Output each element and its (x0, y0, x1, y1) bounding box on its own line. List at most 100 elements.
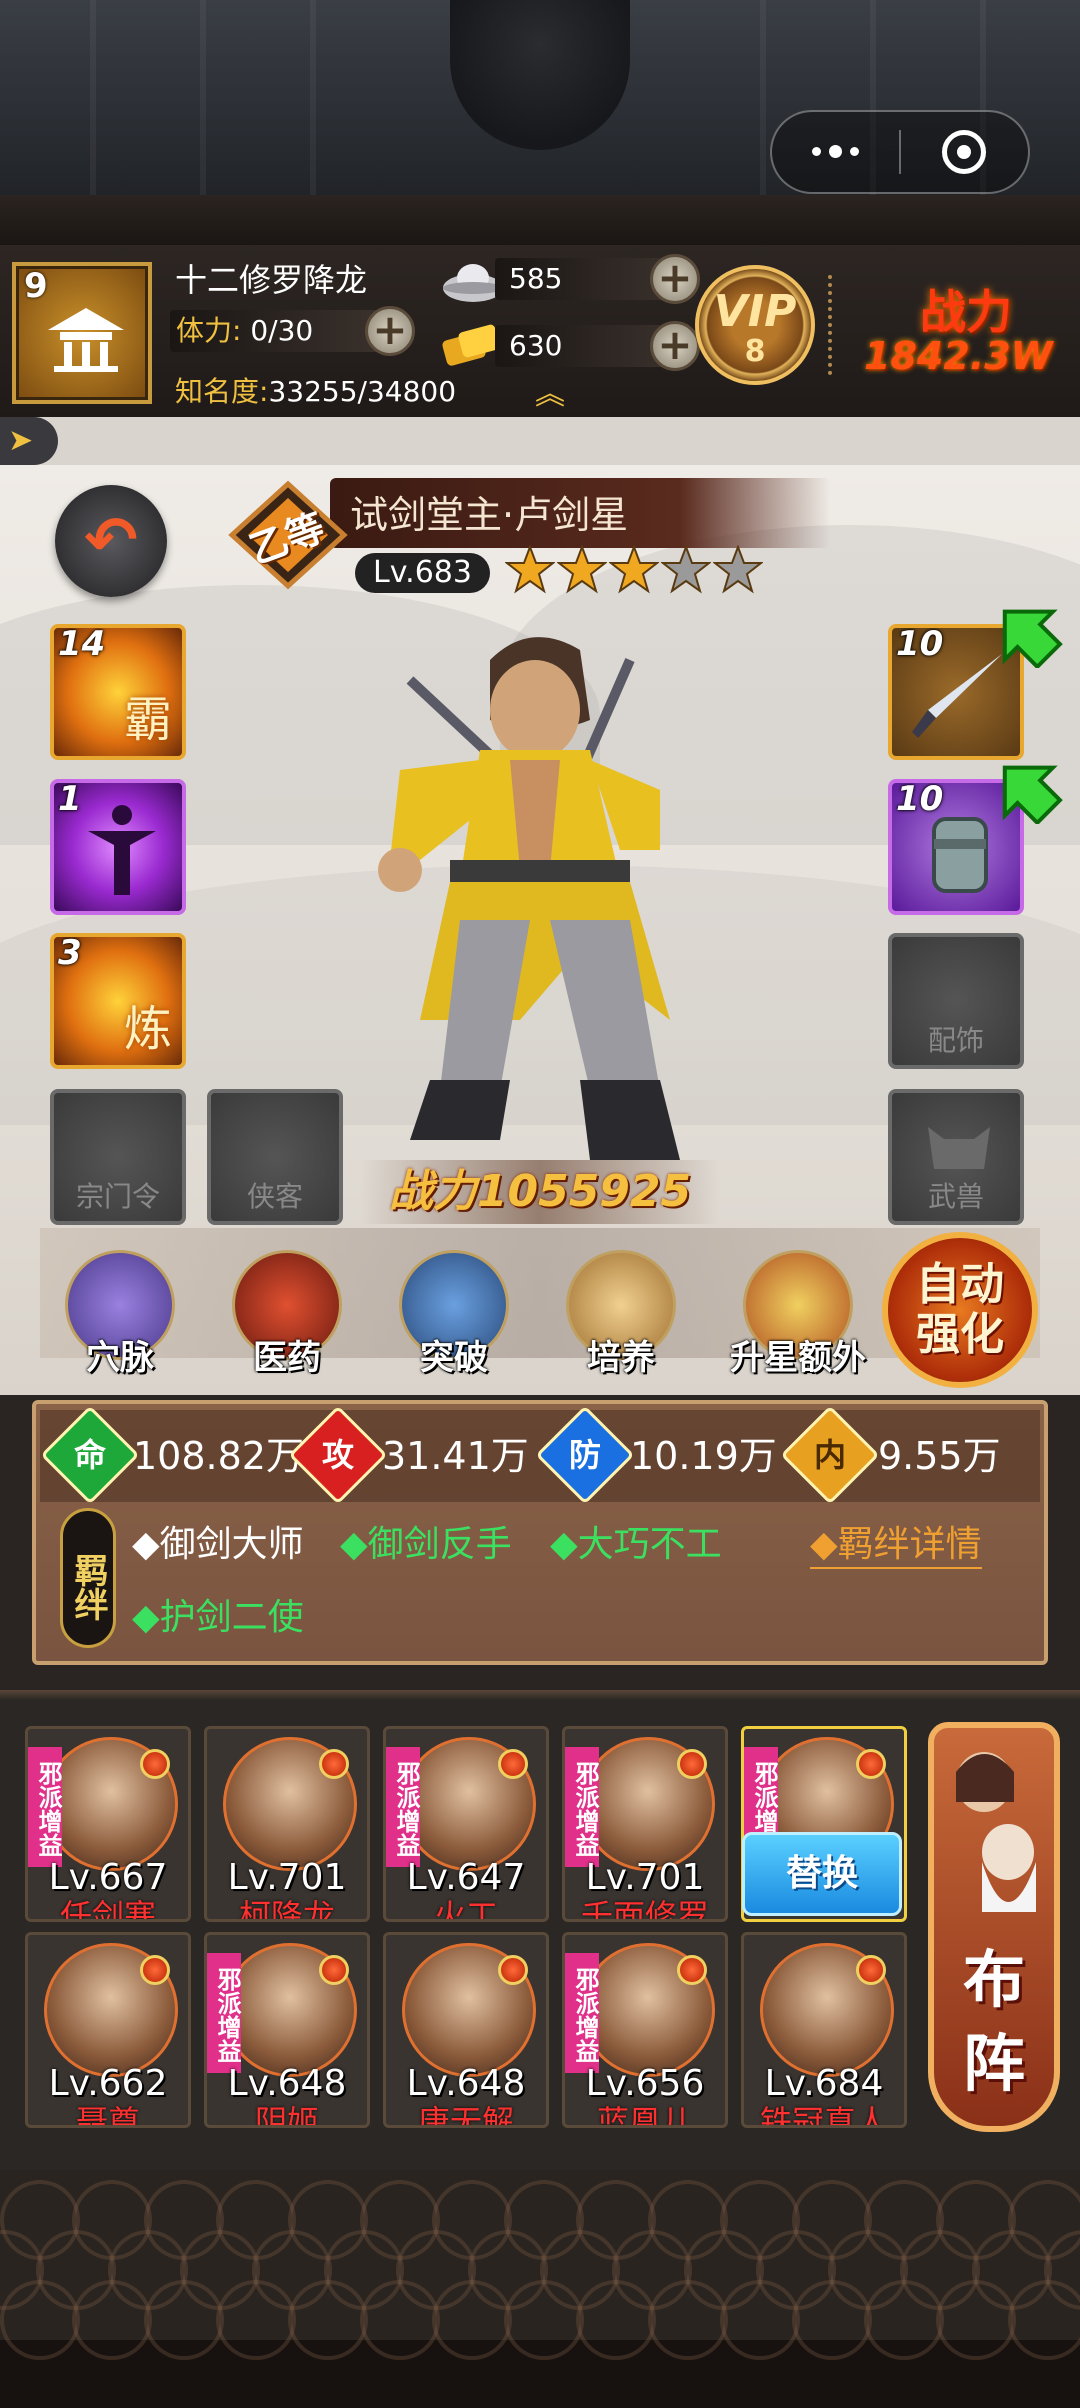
player-level: 9 (24, 266, 48, 306)
gold-value: 630 (509, 329, 563, 362)
medicine-button[interactable]: 医药 (222, 1250, 352, 1379)
vip-label: VIP (713, 286, 797, 337)
roster-card[interactable]: Lv.701 柯降龙 (204, 1726, 370, 1922)
total-power: 战力 1842.3W (860, 270, 1070, 390)
roster-divider (0, 1690, 1080, 1700)
meridian-button[interactable]: 穴脉 (55, 1250, 185, 1379)
close-button[interactable] (901, 112, 1028, 192)
defense-value: 10.19万 (630, 1434, 777, 1478)
footer-pattern (0, 2170, 1080, 2408)
fetter-badge: 羁绊 (60, 1508, 116, 1648)
sub-bar (0, 417, 1080, 465)
beast-icon (928, 1127, 990, 1169)
skill-level: 1 (58, 779, 82, 819)
cultivate-button[interactable]: 培养 (556, 1250, 686, 1379)
slot-label: 武兽 (927, 1180, 984, 1213)
breakthrough-button[interactable]: 突破 (389, 1250, 519, 1379)
formation-char-2: 阵 (962, 2027, 1025, 2100)
expand-arrow-icon[interactable]: ➤ (0, 417, 58, 465)
collapse-chevron-icon[interactable]: ︽ (525, 380, 575, 410)
roster-card[interactable]: 邪派增益 Lv.656 蓝凰儿 (562, 1932, 728, 2128)
star-empty-icon (713, 545, 763, 594)
add-silver-button[interactable]: + (650, 254, 700, 304)
roster-name: 蓝凰儿 (596, 2103, 693, 2128)
fetter-4: ◆护剑二使 (132, 1597, 304, 1638)
evil-sect-tag: 邪派增益 (386, 1747, 420, 1867)
silver-value: 585 (509, 262, 563, 295)
slot-label: 宗门令 (75, 1180, 160, 1213)
skill-slot-3[interactable]: 3 炼 (50, 933, 186, 1069)
skill-slot-1[interactable]: 14 霸 (50, 624, 186, 760)
back-button[interactable]: ↶ (55, 485, 167, 597)
fame-value: 33255/34800 (268, 375, 457, 408)
hero-name: 试剑堂主·卢剑星 (350, 493, 629, 537)
roster-name: 阴姬 (254, 2103, 319, 2128)
companion-slot[interactable]: 侠客 (207, 1089, 343, 1225)
roster-card[interactable]: 邪派增益 Lv.648 阴姬 (204, 1932, 370, 2128)
roster-name: 柯降龙 (238, 1897, 335, 1922)
accessory-slot[interactable]: 配饰 (888, 933, 1024, 1069)
evil-sect-tag: 邪派增益 (207, 1953, 241, 2073)
hero-combat-power: 战力1055925 (360, 1160, 720, 1224)
roster-card[interactable]: Lv.684 铁冠真人 (741, 1932, 907, 2128)
player-name: 十二修罗降龙 (175, 261, 368, 299)
beast-slot[interactable]: 武兽 (888, 1089, 1024, 1225)
header-divider (828, 275, 842, 375)
upgrade-arrow-icon (1002, 765, 1063, 824)
function-label: 升星额外 (730, 1338, 866, 1378)
fire-badge-icon (498, 1955, 528, 1985)
skill-slot-2[interactable]: 1 (50, 779, 186, 915)
add-gold-button[interactable]: + (650, 321, 700, 371)
evil-sect-tag: 邪派增益 (28, 1747, 62, 1867)
power-value: 1842.3W (864, 334, 1053, 378)
player-avatar[interactable]: 9 (12, 262, 152, 404)
inner-value: 9.55万 (878, 1434, 1001, 1478)
evil-sect-tag: 邪派增益 (565, 1953, 599, 2073)
star-empty-icon (661, 545, 711, 594)
gold-box: 630 (495, 325, 675, 367)
formation-button[interactable]: 布阵 (928, 1722, 1060, 2132)
roster-name: 唐无解 (417, 2103, 514, 2128)
formation-char-1: 布 (962, 1943, 1025, 2016)
fire-badge-icon (498, 1749, 528, 1779)
roster-card[interactable]: Lv.648 唐无解 (383, 1932, 549, 2128)
fetter-1: ◆御剑大师 (132, 1524, 304, 1565)
vip-badge[interactable]: VIP 8 (695, 265, 815, 385)
target-close-icon (942, 130, 987, 174)
upgrade-arrow-icon (1002, 609, 1063, 668)
vip-level: 8 (744, 334, 766, 369)
auto-line-1: 自动 (916, 1259, 1004, 1310)
swap-button[interactable]: 替换 (742, 1832, 902, 1916)
fire-badge-icon (140, 1955, 170, 1985)
evil-sect-tag: 邪派增益 (565, 1747, 599, 1867)
skill-glyph: 霸 (123, 692, 172, 748)
hero-portrait[interactable] (330, 620, 750, 1180)
fetter-detail-link[interactable]: ◆羁绊详情 (810, 1515, 982, 1569)
auto-line-2: 强化 (916, 1309, 1004, 1360)
roster-card[interactable]: 邪派增益 Lv.701 千面修罗 (562, 1726, 728, 1922)
roster-card[interactable]: 邪派增益 Lv.647 火工 (383, 1726, 549, 1922)
figure-silhouette-icon (88, 805, 156, 895)
roster-card[interactable]: 邪派增益 Lv.667 任剑寒 (25, 1726, 191, 1922)
fire-badge-icon (856, 1955, 886, 1985)
stamina-box: 体力: 0/30 (170, 310, 380, 352)
fire-badge-icon (677, 1955, 707, 1985)
fire-badge-icon (140, 1749, 170, 1779)
fame-row: 知名度:33255/34800 (175, 370, 456, 410)
roof-ornament (450, 0, 630, 150)
formation-heroes-art (956, 1752, 1036, 1912)
roster-name: 任剑寒 (59, 1897, 156, 1922)
skill-glyph: 炼 (123, 1001, 172, 1057)
star-filled-icon (609, 545, 659, 594)
star-extra-button[interactable]: 升星额外 (723, 1250, 873, 1379)
more-button[interactable] (772, 112, 899, 192)
auto-strengthen-button[interactable]: 自动 强化 (882, 1232, 1038, 1388)
slot-label: 侠客 (246, 1180, 303, 1213)
fire-badge-icon (677, 1749, 707, 1779)
roster-card[interactable]: Lv.662 聂尊 (25, 1932, 191, 2128)
slot-label: 配饰 (927, 1024, 984, 1057)
fame-label: 知名度: (175, 375, 269, 408)
sect-token-slot[interactable]: 宗门令 (50, 1089, 186, 1225)
add-stamina-button[interactable]: + (365, 306, 415, 356)
stamina-value: 0/30 (250, 314, 314, 347)
